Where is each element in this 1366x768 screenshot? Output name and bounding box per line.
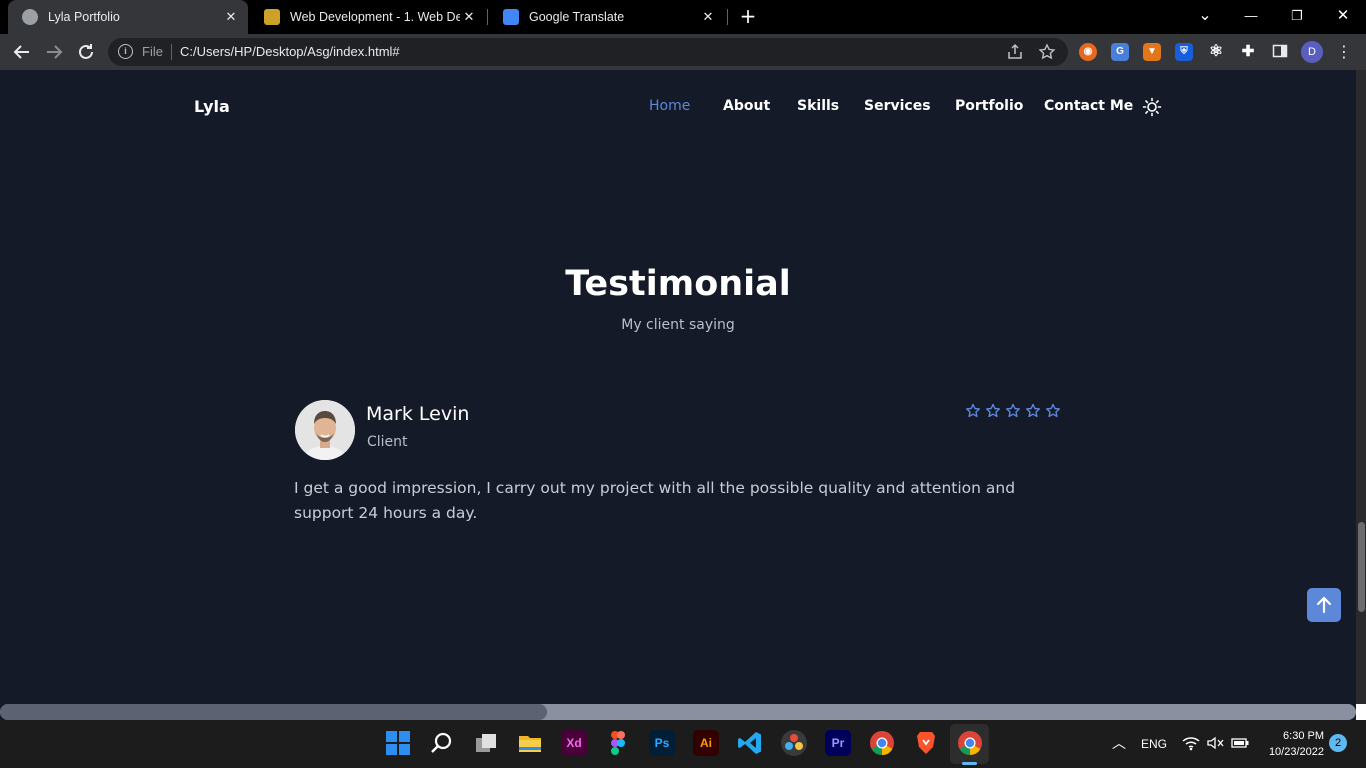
section-title: Testimonial — [565, 264, 791, 304]
globe-icon — [22, 9, 38, 25]
davinci-resolve-icon[interactable] — [781, 730, 807, 756]
site-favicon-icon — [264, 9, 280, 25]
browser-tab-strip: Lyla Portfolio ✕ Web Development - 1. We… — [0, 0, 1366, 34]
close-tab-icon[interactable]: ✕ — [222, 9, 240, 25]
nav-portfolio[interactable]: Portfolio — [955, 98, 1023, 114]
clock-time: 6:30 PM — [1283, 730, 1324, 742]
photoshop-icon[interactable]: Ps — [649, 730, 675, 756]
tab-title: Web Development - 1. Web Desi — [290, 10, 460, 24]
back-button[interactable] — [10, 40, 34, 64]
url-text[interactable]: C:/Users/HP/Desktop/Asg/index.html# — [180, 44, 400, 59]
tab-lyla-portfolio[interactable]: Lyla Portfolio ✕ — [8, 0, 248, 34]
translate-icon[interactable]: G — [1111, 43, 1129, 61]
arrow-right-icon — [47, 45, 63, 59]
testimonial-quote: I get a good impression, I carry out my … — [294, 479, 1016, 522]
nav-home[interactable]: Home — [649, 98, 690, 114]
system-clock[interactable]: 6:30 PM 10/23/2022 — [1262, 728, 1324, 760]
figma-icon[interactable] — [605, 730, 631, 756]
rating-stars — [965, 403, 1061, 419]
close-tab-icon[interactable]: ✕ — [460, 9, 478, 25]
search-icon[interactable] — [429, 730, 455, 756]
scrollbar-corner — [1356, 704, 1366, 720]
horizontal-scrollbar-thumb[interactable] — [0, 704, 547, 720]
illustrator-icon[interactable]: Ai — [693, 730, 719, 756]
brave-icon[interactable] — [913, 730, 939, 756]
wifi-icon[interactable] — [1182, 735, 1200, 754]
star-icon — [986, 403, 1000, 418]
minimize-button[interactable]: — — [1235, 4, 1267, 28]
running-app-indicator — [962, 762, 977, 765]
forward-button[interactable] — [42, 40, 66, 64]
portfolio-page: Lyla Home About Skills Services Portfoli… — [0, 70, 1356, 704]
nav-services[interactable]: Services — [864, 98, 931, 114]
reload-button[interactable] — [74, 40, 98, 64]
sun-icon[interactable] — [1142, 97, 1162, 117]
side-panel-icon[interactable] — [1271, 43, 1289, 61]
browser-menu-icon[interactable]: ⋮ — [1336, 42, 1352, 62]
vscode-icon[interactable] — [737, 730, 763, 756]
bitwarden-icon[interactable]: ⛨ — [1175, 43, 1193, 61]
tab-divider — [487, 9, 488, 25]
close-window-button[interactable]: ✕ — [1327, 4, 1359, 28]
close-tab-icon[interactable]: ✕ — [699, 9, 717, 25]
omnibox-divider — [171, 44, 172, 60]
clock-date: 10/23/2022 — [1268, 746, 1324, 758]
nav-about[interactable]: About — [723, 98, 770, 114]
arrow-up-icon — [1316, 596, 1332, 614]
scheme-label: File — [142, 44, 163, 59]
premiere-icon[interactable]: Pr — [825, 730, 851, 756]
profile-avatar[interactable]: D — [1301, 41, 1323, 63]
site-logo[interactable]: Lyla — [194, 97, 230, 116]
client-role: Client — [367, 434, 408, 450]
new-tab-button[interactable]: + — [738, 6, 758, 28]
share-icon[interactable] — [1006, 43, 1024, 61]
notification-badge[interactable]: 2 — [1329, 734, 1347, 752]
rss-icon[interactable]: ◉ — [1079, 43, 1097, 61]
tab-search-chevron-icon[interactable]: ⌄ — [1189, 4, 1221, 28]
site-info-icon[interactable]: i — [118, 44, 133, 59]
language-indicator[interactable]: ENG — [1141, 737, 1167, 751]
task-view-icon[interactable] — [473, 730, 499, 756]
nav-skills[interactable]: Skills — [797, 98, 839, 114]
tray-chevron-icon[interactable]: ︿ — [1112, 733, 1126, 753]
star-icon — [1006, 403, 1020, 418]
google-translate-favicon-icon — [503, 9, 519, 25]
restore-button[interactable]: ❐ — [1281, 4, 1313, 28]
file-explorer-icon[interactable] — [517, 730, 543, 756]
star-icon — [1046, 403, 1060, 418]
reload-icon — [79, 44, 93, 59]
vertical-scrollbar-thumb[interactable] — [1358, 522, 1365, 612]
nav-contact-me[interactable]: Contact Me — [1044, 98, 1133, 114]
browser-toolbar: i File C:/Users/HP/Desktop/Asg/index.htm… — [0, 34, 1366, 70]
section-subtitle: My client saying — [621, 317, 735, 333]
tab-divider — [727, 9, 728, 25]
address-bar[interactable]: i File C:/Users/HP/Desktop/Asg/index.htm… — [108, 38, 1068, 66]
chrome-active-icon[interactable] — [957, 730, 983, 756]
tab-web-development[interactable]: Web Development - 1. Web Desi ✕ — [250, 0, 486, 34]
battery-icon[interactable] — [1230, 735, 1250, 754]
tab-google-translate[interactable]: Google Translate ✕ — [489, 0, 725, 34]
extensions-puzzle-icon[interactable]: ✚ — [1239, 43, 1257, 61]
scroll-to-top-button[interactable] — [1307, 588, 1341, 622]
tab-title: Lyla Portfolio — [48, 10, 120, 24]
tab-title: Google Translate — [529, 10, 625, 24]
speaker-muted-icon[interactable] — [1206, 735, 1224, 754]
chrome-icon[interactable] — [869, 730, 895, 756]
adobe-xd-icon[interactable]: Xd — [561, 730, 587, 756]
arrow-left-icon — [13, 45, 29, 59]
bookmark-star-icon[interactable] — [1038, 43, 1056, 61]
start-icon[interactable] — [385, 730, 411, 756]
star-icon — [966, 403, 980, 418]
windows-taskbar: Xd Ps Ai Pr ︿ ENG 6:30 PM 10/23/2022 2 — [0, 720, 1366, 768]
metamask-icon[interactable]: ▼ — [1143, 43, 1161, 61]
client-avatar — [295, 400, 355, 460]
react-devtools-icon[interactable]: ⚛ — [1207, 43, 1225, 61]
star-icon — [1026, 403, 1040, 418]
client-name: Mark Levin — [366, 403, 470, 425]
